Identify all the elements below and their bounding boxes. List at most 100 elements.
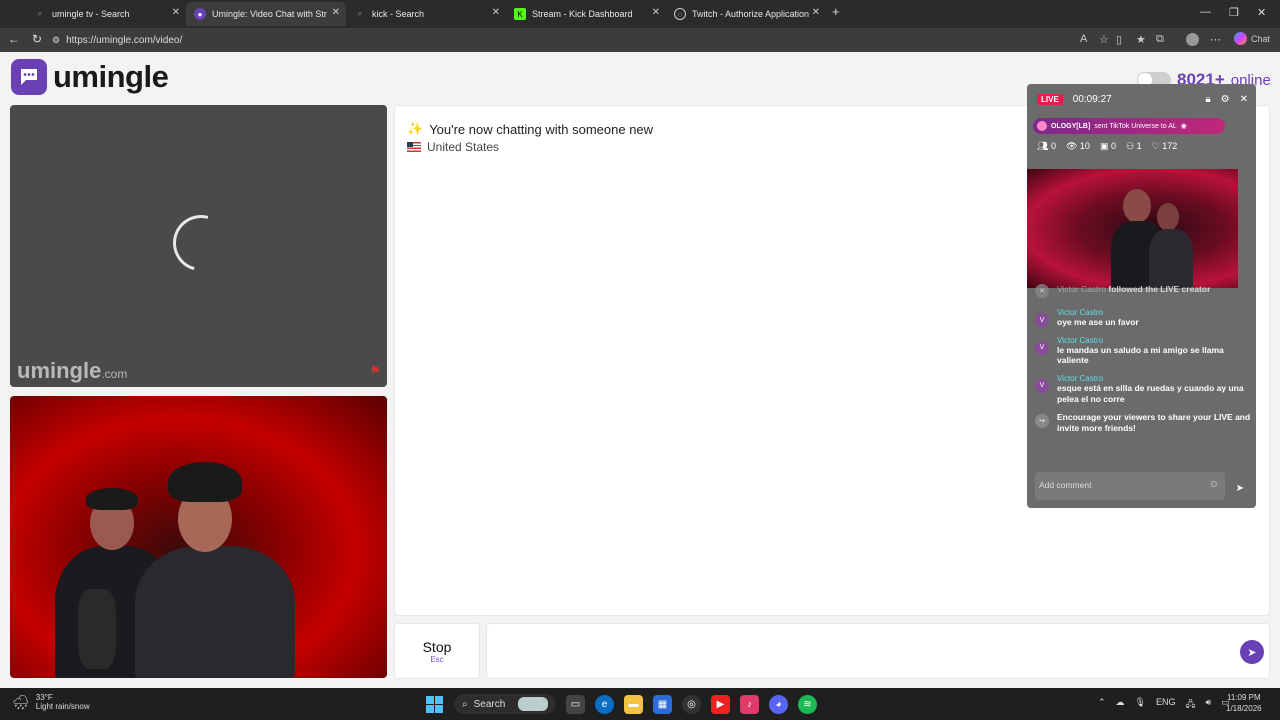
onedrive-icon[interactable]: ☁: [1116, 697, 1125, 713]
likes-count: 172: [1162, 141, 1178, 151]
store-icon[interactable]: ▦: [653, 694, 672, 714]
back-icon[interactable]: ←: [8, 32, 20, 46]
discord-icon[interactable]: ◕: [769, 694, 788, 714]
search-label: Search: [473, 698, 506, 710]
comment-item: V Victor Castro oye me ase un favor: [1035, 308, 1251, 328]
tab-umingle-search[interactable]: ⌕ umingle tv - Search ✕: [26, 2, 186, 26]
comment-username: Victor Castro: [1057, 308, 1104, 317]
read-aloud-icon[interactable]: A: [1080, 33, 1087, 45]
language-indicator[interactable]: ENG: [1156, 697, 1176, 713]
stop-button[interactable]: Stop Esc: [394, 623, 480, 679]
tab-kick-search[interactable]: ⌕ kick - Search ✕: [346, 2, 506, 26]
close-icon[interactable]: ✕: [1240, 94, 1248, 105]
settings-icon[interactable]: ⚙: [1221, 94, 1230, 105]
send-icon: ➤: [1247, 646, 1257, 659]
more-menu-icon[interactable]: ⋯: [1210, 33, 1221, 46]
chat-bubble-icon: [11, 59, 47, 95]
lock-icon[interactable]: 🔒︎: [1205, 94, 1210, 105]
clock-date: 1/18/2026: [1226, 703, 1262, 713]
views-stat: 👁︎ 10: [1066, 141, 1090, 152]
search-highlight-icon: [518, 697, 548, 711]
tray-expand-icon[interactable]: ⌃: [1098, 697, 1106, 713]
joins-stat: ⚇ 1: [1126, 141, 1142, 152]
edge-icon[interactable]: e: [595, 694, 614, 714]
minimize-icon[interactable]: —: [1200, 6, 1211, 18]
comment-avatar: V: [1035, 313, 1049, 327]
overlay-controls: 🔒︎ ⚙ ✕: [1205, 94, 1248, 105]
address-bar: ← ↻ ⚙ https://umingle.com/video/ A ☆ ▯ ★…: [0, 28, 1280, 52]
file-explorer-icon[interactable]: ▬: [624, 694, 643, 714]
maximize-icon[interactable]: ❐: [1229, 6, 1239, 19]
preview-head-1: [1123, 189, 1151, 223]
country-name: United States: [427, 140, 500, 154]
search-icon: ⌕: [357, 9, 363, 18]
search-icon: ⌕: [462, 698, 468, 710]
temperature: 33°F: [35, 693, 53, 702]
gift-banner: OLOGY[LB] sent TikTok Universe to AL ◉: [1033, 118, 1225, 134]
send-comment-icon[interactable]: ➤: [1236, 483, 1244, 494]
taskbar-apps: ⌕ Search ▭ e ▬ ▦ ◎ ▶ ♪ ◕ ≋: [425, 694, 817, 714]
obs-icon[interactable]: ◎: [682, 694, 701, 714]
tab-label: Umingle: Video Chat with Str: [212, 9, 327, 19]
close-window-icon[interactable]: ✕: [1257, 6, 1266, 19]
reload-icon[interactable]: ↻: [32, 32, 42, 46]
close-tab-icon[interactable]: ✕: [332, 7, 340, 18]
tab-kick-dashboard[interactable]: K Stream - Kick Dashboard ✕: [506, 2, 666, 26]
live-header: LIVE 00:09:27: [1037, 94, 1112, 105]
follow-text: followed the LIVE creator: [1108, 284, 1211, 294]
gift-user: OLOGY[LB]: [1051, 122, 1091, 130]
comment-text: esque está en silla de ruedas y cuando a…: [1057, 382, 1244, 404]
youtube-icon[interactable]: ▶: [711, 694, 730, 714]
close-tab-icon[interactable]: ✕: [812, 7, 820, 18]
site-info-icon[interactable]: ⚙: [52, 35, 60, 46]
close-tab-icon[interactable]: ✕: [172, 7, 180, 18]
us-flag-icon: [407, 142, 421, 152]
browser-tab-bar: ⌕ umingle tv - Search ✕ ● Umingle: Video…: [0, 0, 1280, 28]
follow-text-line: Victor Castro followed the LIVE creator: [1057, 284, 1210, 298]
gift-icon: ◉: [1180, 123, 1187, 130]
collections-icon[interactable]: ⧉: [1156, 33, 1164, 46]
tab-label: Stream - Kick Dashboard: [532, 9, 633, 19]
microphone-icon[interactable]: 🎙︎: [1135, 697, 1146, 713]
stop-shortcut: Esc: [430, 655, 444, 664]
taskbar-clock[interactable]: 11:09 PM 1/18/2026: [1226, 693, 1262, 715]
copilot-chat-button[interactable]: Chat: [1234, 32, 1270, 45]
add-comment-input[interactable]: Add comment ☺: [1035, 472, 1225, 500]
comment-item: V Victor Castro le mandas un saludo a mi…: [1035, 336, 1251, 366]
split-screen-icon[interactable]: ▯: [1116, 33, 1122, 46]
tiktok-stream-preview: [1027, 169, 1238, 288]
umingle-logo[interactable]: umingle: [11, 59, 169, 95]
likes-stat: ♡ 172: [1152, 141, 1178, 152]
spotify-icon[interactable]: ≋: [798, 694, 817, 714]
new-tab-icon[interactable]: +: [832, 4, 840, 19]
taskbar: 🌧︎ 33°F Light rain/snow ⌕ Search ▭ e ▬ ▦…: [0, 688, 1280, 720]
gifts-stat: ▣ 0: [1100, 141, 1116, 152]
search-icon: ⌕: [37, 9, 43, 18]
live-badge: LIVE: [1037, 94, 1063, 105]
taskbar-search[interactable]: ⌕ Search: [454, 694, 556, 714]
report-flag-icon[interactable]: ⚑: [369, 363, 381, 379]
windows-start-icon[interactable]: [425, 695, 444, 714]
message-input[interactable]: ➤: [486, 623, 1270, 679]
system-message: ✨ You're now chatting with someone new: [407, 121, 653, 137]
comment-avatar: V: [1035, 340, 1049, 355]
profile-avatar[interactable]: [1186, 33, 1199, 46]
task-view-icon[interactable]: ▭: [566, 694, 585, 714]
tiktok-icon[interactable]: ♪: [740, 694, 759, 714]
add-comment-placeholder: Add comment: [1039, 480, 1092, 490]
microphone: [78, 589, 116, 669]
volume-icon[interactable]: 🔊︎: [1206, 697, 1212, 713]
tab-umingle-video[interactable]: ● Umingle: Video Chat with Str ✕: [186, 2, 346, 26]
user-plus-icon: ⚇: [1125, 141, 1135, 151]
url-field[interactable]: ⚙ https://umingle.com/video/: [52, 31, 952, 49]
emoji-icon[interactable]: ☺: [1209, 479, 1219, 490]
weather-widget[interactable]: 🌧︎ 33°F Light rain/snow: [12, 693, 90, 711]
send-button[interactable]: ➤: [1240, 640, 1264, 664]
close-tab-icon[interactable]: ✕: [492, 7, 500, 18]
tab-twitch-authorize[interactable]: ◌ Twitch - Authorize Application ✕: [666, 2, 826, 26]
close-tab-icon[interactable]: ✕: [652, 7, 660, 18]
comment-username: Victor Castro: [1057, 373, 1104, 383]
favorites-bar-icon[interactable]: ★: [1136, 33, 1146, 46]
favorite-icon[interactable]: ☆: [1099, 33, 1109, 46]
network-icon[interactable]: 🖧︎: [1186, 697, 1196, 713]
